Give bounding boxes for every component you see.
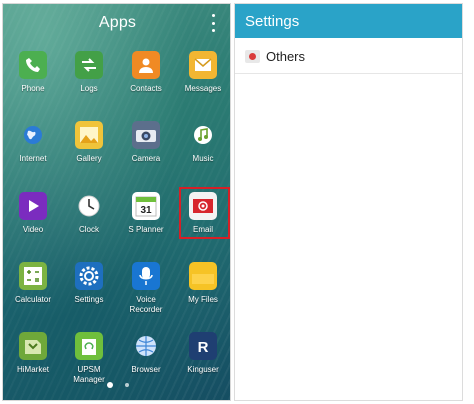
app-clock[interactable]: Clock xyxy=(61,192,117,252)
svg-text:31: 31 xyxy=(140,205,152,216)
settings-gear-icon xyxy=(75,262,103,290)
app-music[interactable]: Music xyxy=(175,121,230,181)
video-icon xyxy=(19,192,47,220)
app-gallery[interactable]: Gallery xyxy=(61,121,117,181)
app-label: Music xyxy=(192,154,214,163)
app-calculator[interactable]: Calculator xyxy=(5,262,61,322)
app-voice-recorder[interactable]: Voice Recorder xyxy=(118,262,174,322)
upsm-manager-icon xyxy=(75,332,103,360)
app-camera[interactable]: Camera xyxy=(118,121,174,181)
calendar-icon: 31 xyxy=(132,192,160,220)
logs-icon xyxy=(75,51,103,79)
app-row: Internet Gallery Camera Music xyxy=(3,121,230,185)
settings-item-others[interactable]: Others xyxy=(235,40,462,74)
svg-text:R: R xyxy=(198,339,209,355)
page-indicator xyxy=(3,382,230,388)
kinguser-icon: R xyxy=(189,332,217,360)
app-label: Kinguser xyxy=(187,365,219,374)
app-s-planner[interactable]: 31 S Planner xyxy=(118,192,174,252)
page-dot-active[interactable] xyxy=(106,382,113,388)
browser-icon xyxy=(132,332,160,360)
page-dot[interactable] xyxy=(124,383,129,387)
camera-icon xyxy=(132,121,160,149)
himarket-icon xyxy=(19,332,47,360)
app-row: Calculator Settings Voice Recorder My Files xyxy=(3,262,230,326)
folder-icon xyxy=(189,262,217,290)
contacts-icon xyxy=(132,51,160,79)
app-video[interactable]: Video xyxy=(5,192,61,252)
app-messages[interactable]: Messages xyxy=(175,51,230,111)
app-internet[interactable]: Internet xyxy=(5,121,61,181)
settings-header: Settings xyxy=(235,4,462,38)
gallery-icon xyxy=(75,121,103,149)
app-row: Phone Logs Contacts Messages xyxy=(3,51,230,115)
app-phone[interactable]: Phone xyxy=(5,51,61,111)
app-contacts[interactable]: Contacts xyxy=(118,51,174,111)
settings-screen: Settings Others xyxy=(234,3,463,401)
apps-title: Apps xyxy=(98,14,137,31)
app-label: My Files xyxy=(188,295,218,304)
email-highlight-box xyxy=(179,187,230,239)
calculator-icon xyxy=(19,262,47,290)
app-label: Messages xyxy=(184,84,222,93)
apps-drawer-screen: Apps Phone Logs Contacts Messages Internet Ga… xyxy=(2,3,231,401)
settings-title: Settings xyxy=(245,13,300,30)
messages-icon xyxy=(189,51,217,79)
app-my-files[interactable]: My Files xyxy=(175,262,230,322)
app-settings[interactable]: Settings xyxy=(61,262,117,322)
more-options-icon[interactable] xyxy=(210,14,216,32)
globe-icon xyxy=(19,121,47,149)
settings-item-label: Others xyxy=(266,49,306,64)
clock-icon xyxy=(75,192,103,220)
app-logs[interactable]: Logs xyxy=(61,51,117,111)
others-icon xyxy=(245,50,260,63)
phone-icon xyxy=(19,51,47,79)
music-icon xyxy=(189,121,217,149)
voice-recorder-icon xyxy=(132,262,160,290)
